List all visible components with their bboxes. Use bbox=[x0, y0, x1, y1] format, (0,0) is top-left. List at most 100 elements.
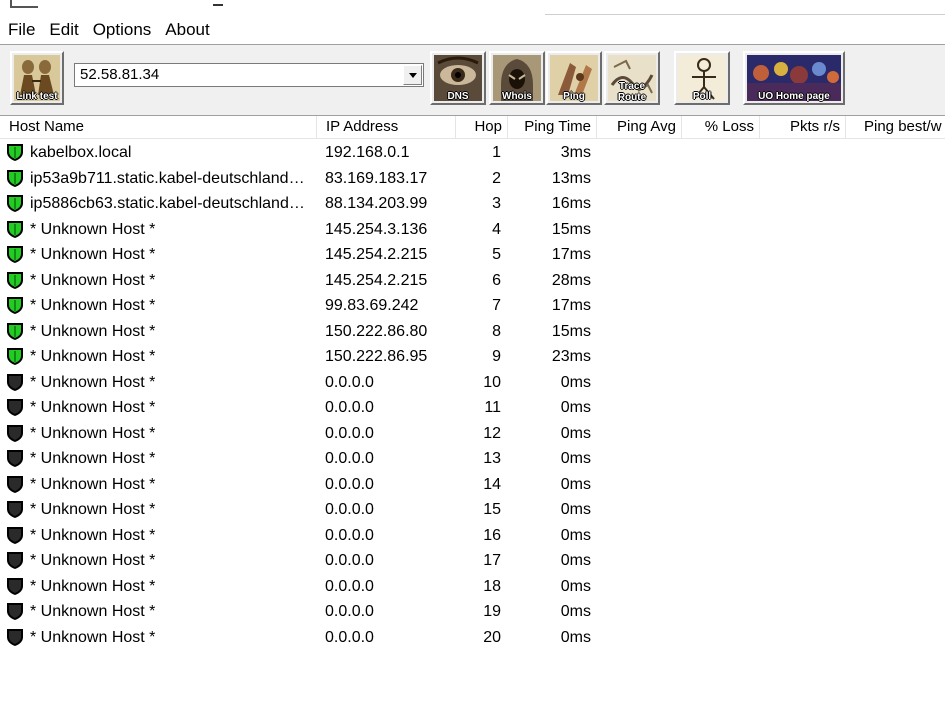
hop-cell: 12 bbox=[483, 424, 501, 442]
ping-time-cell: 28ms bbox=[551, 271, 591, 289]
ip-address-cell: 0.0.0.0 bbox=[325, 628, 374, 646]
column-ping-avg[interactable]: Ping Avg bbox=[597, 116, 682, 138]
ping-time-cell: 0ms bbox=[560, 526, 591, 544]
ip-address-cell: 150.222.86.80 bbox=[325, 322, 428, 340]
app-icon bbox=[10, 0, 38, 8]
host-name-cell: * Unknown Host * bbox=[30, 220, 156, 238]
toolbar: Link test 52.58.81.34 DNS Whois Ping Tra… bbox=[0, 44, 945, 116]
hop-cell: 13 bbox=[483, 450, 501, 467]
uo-home-page-button[interactable]: UO Home page bbox=[743, 51, 845, 105]
table-row[interactable]: * Unknown Host * 0.0.0.0 11 0ms bbox=[0, 395, 945, 421]
ping-time-cell: 0ms bbox=[560, 424, 591, 442]
ping-time-cell: 15ms bbox=[551, 322, 591, 340]
dns-button[interactable]: DNS bbox=[430, 51, 486, 105]
column-hop[interactable]: Hop bbox=[456, 116, 508, 138]
hop-cell: 7 bbox=[492, 297, 501, 314]
ping-button[interactable]: Ping bbox=[546, 51, 602, 105]
table-row[interactable]: * Unknown Host * 150.222.86.95 9 23ms bbox=[0, 344, 945, 370]
ping-time-cell: 0ms bbox=[560, 475, 591, 493]
table-row[interactable]: * Unknown Host * 0.0.0.0 16 0ms bbox=[0, 523, 945, 549]
table-row[interactable]: ip53a9b711.static.kabel-deutschland.de 83… bbox=[0, 166, 945, 192]
hop-cell: 8 bbox=[492, 322, 501, 340]
host-name-cell: * Unknown Host * bbox=[30, 399, 156, 416]
whois-button[interactable]: Whois bbox=[489, 51, 545, 105]
table-row[interactable]: * Unknown Host * 145.254.2.215 5 17ms bbox=[0, 242, 945, 268]
table-row[interactable]: * Unknown Host * 0.0.0.0 19 0ms bbox=[0, 599, 945, 625]
column-ip-address[interactable]: IP Address bbox=[317, 116, 456, 138]
table-row[interactable]: * Unknown Host * 99.83.69.242 7 17ms bbox=[0, 293, 945, 319]
host-name-cell: * Unknown Host * bbox=[30, 628, 156, 646]
shield-dead-icon bbox=[7, 501, 23, 518]
chevron-down-icon[interactable] bbox=[403, 65, 422, 85]
column-host-name[interactable]: Host Name bbox=[0, 116, 317, 138]
column-pkts[interactable]: Pkts r/s bbox=[760, 116, 846, 138]
column-ping-time[interactable]: Ping Time bbox=[508, 116, 597, 138]
menu-about[interactable]: About bbox=[158, 16, 216, 44]
hop-cell: 1 bbox=[492, 144, 501, 161]
hop-cell: 6 bbox=[492, 271, 501, 289]
menu-file[interactable]: File bbox=[0, 16, 42, 44]
shield-alive-icon bbox=[7, 348, 23, 365]
ip-address-cell: 88.134.203.99 bbox=[325, 195, 428, 212]
hop-cell: 14 bbox=[483, 475, 501, 493]
route-list: kabelbox.local 192.168.0.1 1 3ms ip53a9b711.… bbox=[0, 140, 945, 650]
ip-address-cell: 145.254.2.215 bbox=[325, 246, 428, 263]
ip-address-cell: 0.0.0.0 bbox=[325, 577, 374, 595]
host-name-cell: * Unknown Host * bbox=[30, 271, 156, 289]
list-header: Host Name IP Address Hop Ping Time Ping … bbox=[0, 116, 945, 139]
table-row[interactable]: * Unknown Host * 0.0.0.0 18 0ms bbox=[0, 574, 945, 600]
table-row[interactable]: * Unknown Host * 0.0.0.0 13 0ms bbox=[0, 446, 945, 472]
poll-label: Poll bbox=[692, 91, 712, 102]
host-name-cell: ip53a9b711.static.kabel-deutschland.de bbox=[30, 169, 308, 187]
ip-address-cell: 0.0.0.0 bbox=[325, 526, 374, 544]
table-row[interactable]: * Unknown Host * 0.0.0.0 14 0ms bbox=[0, 472, 945, 498]
ping-time-cell: 23ms bbox=[551, 348, 591, 365]
table-row[interactable]: * Unknown Host * 0.0.0.0 17 0ms bbox=[0, 548, 945, 574]
ip-address-cell: 0.0.0.0 bbox=[325, 373, 374, 391]
shield-dead-icon bbox=[7, 399, 23, 416]
shield-dead-icon bbox=[7, 603, 23, 620]
ping-time-cell: 0ms bbox=[560, 577, 591, 595]
ip-address-cell: 0.0.0.0 bbox=[325, 552, 374, 569]
shield-dead-icon bbox=[7, 628, 23, 646]
table-row[interactable]: * Unknown Host * 145.254.2.215 6 28ms bbox=[0, 268, 945, 294]
shield-alive-icon bbox=[7, 322, 23, 340]
ip-address-cell: 99.83.69.242 bbox=[325, 297, 419, 314]
ip-address-cell: 0.0.0.0 bbox=[325, 399, 374, 416]
table-row[interactable]: * Unknown Host * 145.254.3.136 4 15ms bbox=[0, 217, 945, 243]
ip-address-cell: 0.0.0.0 bbox=[325, 501, 374, 518]
table-row[interactable]: * Unknown Host * 0.0.0.0 10 0ms bbox=[0, 370, 945, 396]
menu-bar: File Edit Options About bbox=[0, 16, 945, 44]
table-row[interactable]: * Unknown Host * 0.0.0.0 12 0ms bbox=[0, 421, 945, 447]
menu-edit[interactable]: Edit bbox=[42, 16, 85, 44]
table-row[interactable]: kabelbox.local 192.168.0.1 1 3ms bbox=[0, 140, 945, 166]
table-row[interactable]: * Unknown Host * 0.0.0.0 15 0ms bbox=[0, 497, 945, 523]
host-name-cell: * Unknown Host * bbox=[30, 552, 156, 569]
ping-time-cell: 0ms bbox=[560, 603, 591, 620]
table-row[interactable]: ip5886cb63.static.kabel-deutschland.de 88… bbox=[0, 191, 945, 217]
host-name-cell: * Unknown Host * bbox=[30, 526, 156, 544]
shield-alive-icon bbox=[7, 195, 23, 212]
table-row[interactable]: * Unknown Host * 0.0.0.0 20 0ms bbox=[0, 625, 945, 651]
column-loss[interactable]: % Loss bbox=[682, 116, 760, 138]
menu-options[interactable]: Options bbox=[86, 16, 159, 44]
host-input[interactable]: 52.58.81.34 bbox=[80, 66, 159, 84]
host-combobox[interactable]: 52.58.81.34 bbox=[74, 63, 424, 87]
shield-dead-icon bbox=[7, 424, 23, 442]
link-test-button[interactable]: Link test bbox=[10, 51, 64, 105]
dns-label: DNS bbox=[447, 91, 469, 102]
hop-cell: 5 bbox=[492, 246, 501, 263]
host-name-cell: * Unknown Host * bbox=[30, 475, 156, 493]
hop-cell: 9 bbox=[492, 348, 501, 365]
ping-time-cell: 0ms bbox=[560, 501, 591, 518]
ip-address-cell: 150.222.86.95 bbox=[325, 348, 428, 365]
trace-route-button[interactable]: Trace Route bbox=[604, 51, 660, 105]
table-row[interactable]: * Unknown Host * 150.222.86.80 8 15ms bbox=[0, 319, 945, 345]
column-ping-best[interactable]: Ping best/w bbox=[846, 116, 945, 138]
ping-time-cell: 16ms bbox=[551, 195, 591, 212]
host-name-cell: * Unknown Host * bbox=[30, 348, 156, 365]
poll-button[interactable]: Poll bbox=[674, 51, 730, 105]
shield-dead-icon bbox=[7, 526, 23, 544]
link-test-label: Link test bbox=[16, 91, 58, 102]
shield-alive-icon bbox=[7, 144, 23, 161]
